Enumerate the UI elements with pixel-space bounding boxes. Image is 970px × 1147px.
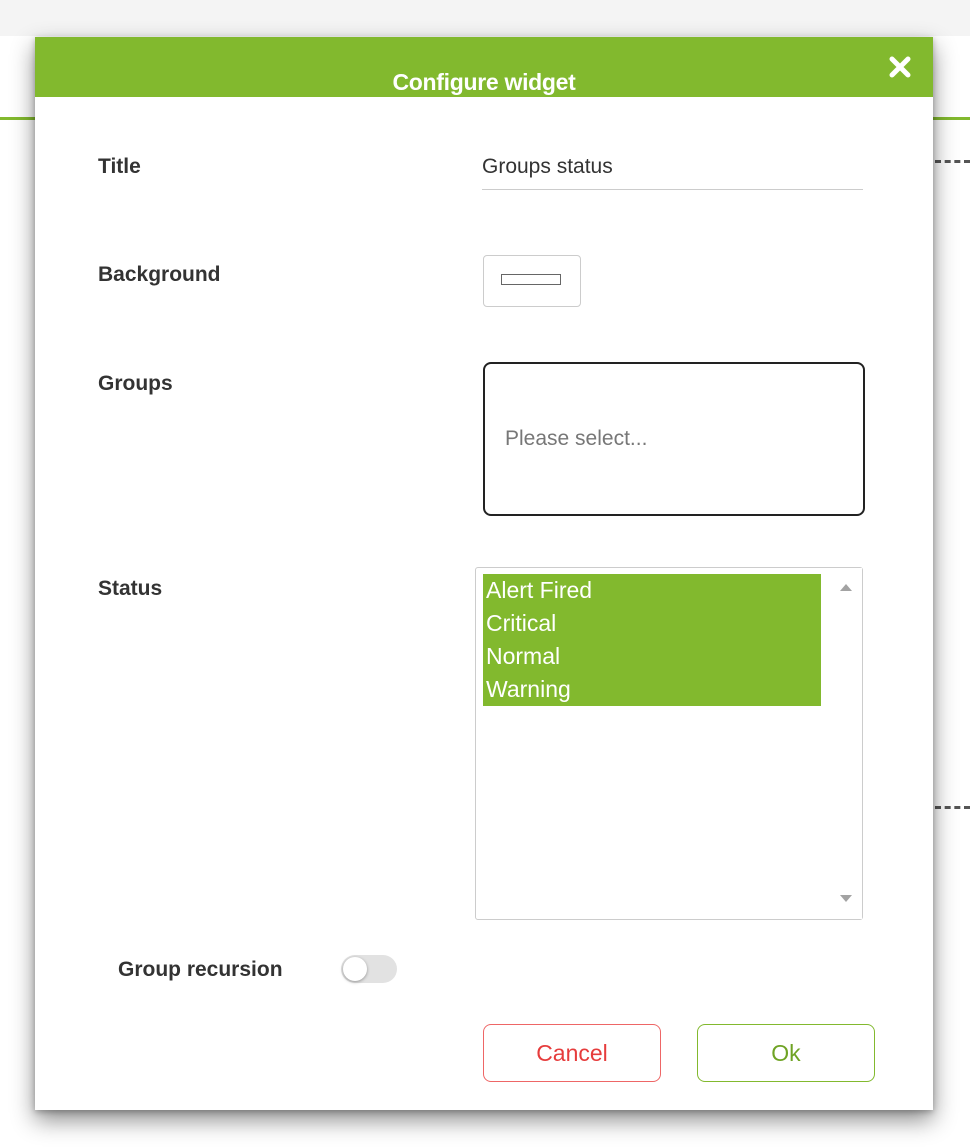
status-label: Status xyxy=(98,577,163,600)
page-divider xyxy=(935,806,970,809)
group-recursion-toggle[interactable] xyxy=(341,955,397,983)
background-color-picker[interactable] xyxy=(483,255,581,307)
dialog-title: Configure widget xyxy=(392,69,576,95)
status-scrollbar[interactable] xyxy=(828,568,862,919)
status-option-warning[interactable]: Warning xyxy=(483,673,821,706)
configure-widget-dialog: Configure widget Title Background Groups… xyxy=(35,37,933,1110)
title-label: Title xyxy=(98,155,141,178)
cancel-button[interactable]: Cancel xyxy=(483,1024,661,1082)
background-label: Background xyxy=(98,263,221,286)
title-input[interactable] xyxy=(482,145,863,190)
groups-select[interactable]: Please select... xyxy=(483,362,865,516)
group-recursion-label: Group recursion xyxy=(118,958,283,981)
status-option-critical[interactable]: Critical xyxy=(483,607,821,640)
groups-placeholder: Please select... xyxy=(505,427,648,450)
color-swatch xyxy=(501,274,561,285)
page-background-panel xyxy=(933,120,970,1120)
page-divider xyxy=(935,160,970,163)
page-accent-line xyxy=(0,117,40,120)
ok-button[interactable]: Ok xyxy=(697,1024,875,1082)
scroll-up-arrow-icon[interactable] xyxy=(840,584,852,591)
toggle-knob xyxy=(343,957,367,981)
status-option-normal[interactable]: Normal xyxy=(483,640,821,673)
status-multiselect[interactable]: Alert Fired Critical Normal Warning xyxy=(475,567,863,920)
dialog-titlebar: Configure widget xyxy=(35,37,933,97)
close-icon[interactable] xyxy=(887,54,913,80)
status-option-alert-fired[interactable]: Alert Fired xyxy=(483,574,821,607)
groups-label: Groups xyxy=(98,372,173,395)
page-header-background xyxy=(0,0,970,36)
scroll-down-arrow-icon[interactable] xyxy=(840,895,852,902)
page-accent-line xyxy=(930,117,970,120)
